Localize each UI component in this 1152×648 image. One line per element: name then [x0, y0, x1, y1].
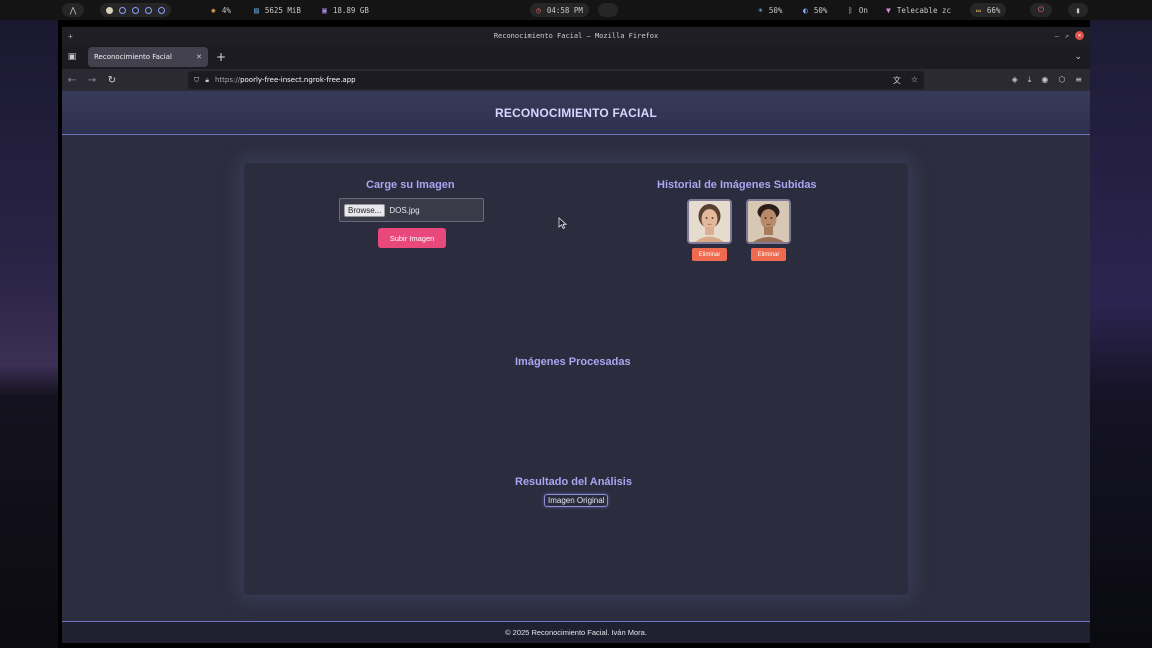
network-value: Telecable zc: [896, 5, 952, 15]
clock-value: 04:58 PM: [546, 5, 583, 15]
workspaces[interactable]: [100, 3, 171, 17]
workspace-5-icon[interactable]: [158, 6, 165, 14]
nav-bar: ← → ↻ ⛉ 🔒︎ https://poorly-free-insect.ng…: [62, 69, 1090, 91]
delete-button-1[interactable]: Eliminar: [692, 248, 727, 261]
cpu-icon: ✺: [211, 5, 216, 15]
history-title: Historial de Imágenes Subidas: [657, 179, 817, 191]
battery-widget[interactable]: ▭ 66%: [970, 3, 1007, 17]
extensions-icon[interactable]: ⬡: [1058, 75, 1065, 85]
minimize-icon[interactable]: –: [1055, 32, 1059, 40]
volume-icon: ◐: [803, 5, 808, 15]
original-image-tag[interactable]: Imagen Original: [544, 494, 609, 507]
lock-icon-url[interactable]: 🔒︎: [205, 76, 209, 85]
power-button[interactable]: ⏻: [1030, 3, 1052, 17]
tab-list-icon[interactable]: ▣: [62, 52, 82, 62]
memory-widget: ▤ 5625 MiB: [248, 3, 307, 17]
file-name: DOS.jpg: [389, 205, 420, 215]
disk-icon: ▣: [322, 5, 327, 15]
bluetooth-value: On: [858, 5, 868, 15]
submit-image-button[interactable]: Subir Imagen: [378, 228, 446, 248]
url-prefix: https://: [214, 76, 241, 84]
shield-icon[interactable]: ⛉: [194, 76, 199, 85]
browse-button[interactable]: Browse...: [344, 203, 386, 217]
arch-logo-icon: ⋀: [69, 5, 77, 15]
power-icon: ⏻: [1037, 5, 1045, 14]
title-bar: + Reconocimiento Facial — Mozilla Firefo…: [62, 27, 1090, 45]
workspace-3-icon[interactable]: [132, 6, 139, 14]
battery-value: 66%: [986, 5, 1001, 15]
page-footer: © 2025 Reconocimiento Facial. Iván Mora.: [62, 621, 1090, 643]
close-window-icon[interactable]: ✕: [1075, 31, 1084, 40]
close-tab-icon[interactable]: ✕: [196, 53, 202, 61]
system-bar: ⋀ ✺ 4% ▤ 5625 MiB ▣ 18.89 GB ◷ 04:58 PM …: [0, 0, 1152, 20]
bluetooth-widget[interactable]: ᛒ On: [842, 3, 874, 17]
lock-button[interactable]: ▮: [1068, 3, 1088, 17]
main-card: Carge su Imagen Browse... DOS.jpg Subir …: [244, 163, 908, 595]
chevron-down-icon[interactable]: ⌄: [1074, 52, 1082, 62]
notification-pill[interactable]: [598, 3, 618, 17]
tab-reconocimiento[interactable]: Reconocimiento Facial ✕: [88, 47, 208, 67]
desktop-background-left: [0, 20, 58, 648]
brightness-icon: ☀: [758, 5, 763, 15]
page-title: RECONOCIMIENTO FACIAL: [495, 105, 657, 120]
bookmark-star-icon[interactable]: ☆: [911, 75, 918, 86]
pin-icon[interactable]: +: [68, 32, 73, 41]
upload-title: Carge su Imagen: [366, 179, 455, 191]
back-icon[interactable]: ←: [62, 75, 82, 86]
battery-icon: ▭: [976, 5, 981, 15]
history-thumbnail-2[interactable]: [746, 199, 791, 244]
maximize-icon[interactable]: ↗: [1065, 32, 1069, 40]
tab-label: Reconocimiento Facial: [94, 53, 172, 61]
page-header: RECONOCIMIENTO FACIAL: [62, 91, 1090, 135]
volume-widget[interactable]: ◐ 50%: [797, 3, 833, 17]
volume-value: 50%: [813, 5, 828, 15]
processed-title: Imágenes Procesadas: [515, 356, 631, 368]
memory-value: 5625 MiB: [264, 5, 301, 15]
lock-icon: ▮: [1075, 5, 1081, 15]
workspace-4-icon[interactable]: [145, 6, 152, 14]
forward-icon[interactable]: →: [82, 75, 102, 86]
desktop-background-right: [1090, 20, 1152, 648]
clock-icon: ◷: [536, 5, 541, 15]
memory-icon: ▤: [254, 5, 259, 15]
workspace-1-icon[interactable]: [106, 6, 113, 14]
disk-widget: ▣ 18.89 GB: [316, 3, 375, 17]
downloads-icon[interactable]: ⤓: [1028, 75, 1032, 85]
brightness-value: 50%: [768, 5, 783, 15]
network-widget[interactable]: ▼ Telecable zc: [880, 3, 957, 17]
clock-widget[interactable]: ◷ 04:58 PM: [530, 3, 589, 17]
new-tab-icon[interactable]: +: [216, 50, 226, 64]
file-input[interactable]: Browse... DOS.jpg: [339, 198, 484, 222]
delete-button-2[interactable]: Eliminar: [751, 248, 786, 261]
disk-value: 18.89 GB: [332, 5, 369, 15]
cpu-widget: ✺ 4%: [205, 3, 237, 17]
bluetooth-icon: ᛒ: [848, 5, 853, 15]
history-thumbnail-1[interactable]: [687, 199, 732, 244]
brightness-widget[interactable]: ☀ 50%: [752, 3, 788, 17]
pocket-icon[interactable]: ◈: [1012, 75, 1018, 85]
menu-icon[interactable]: ≡: [1075, 75, 1082, 85]
footer-text: © 2025 Reconocimiento Facial. Iván Mora.: [505, 628, 647, 637]
workspace-2-icon[interactable]: [119, 6, 126, 14]
url-bar[interactable]: ⛉ 🔒︎ https://poorly-free-insect.ngrok-fr…: [188, 71, 924, 89]
account-icon[interactable]: ◉: [1041, 75, 1048, 85]
wifi-icon: ▼: [886, 5, 891, 15]
woman-portrait-icon: [689, 201, 730, 242]
url-host: poorly-free-insect.ngrok-free.app: [240, 76, 356, 84]
tab-bar: ▣ Reconocimiento Facial ✕ + ⌄: [62, 45, 1090, 69]
window-title: Reconocimiento Facial — Mozilla Firefox: [493, 32, 659, 40]
launcher-button[interactable]: ⋀: [62, 3, 84, 17]
browser-window: + Reconocimiento Facial — Mozilla Firefo…: [62, 27, 1090, 643]
translate-icon[interactable]: 文: [893, 75, 901, 86]
cpu-value: 4%: [221, 5, 231, 15]
reload-icon[interactable]: ↻: [102, 75, 122, 86]
analysis-title: Resultado del Análisis: [515, 476, 632, 488]
man-portrait-icon: [748, 201, 789, 242]
mouse-cursor-icon: [558, 217, 567, 230]
page-content: RECONOCIMIENTO FACIAL Carge su Imagen Br…: [62, 91, 1090, 643]
